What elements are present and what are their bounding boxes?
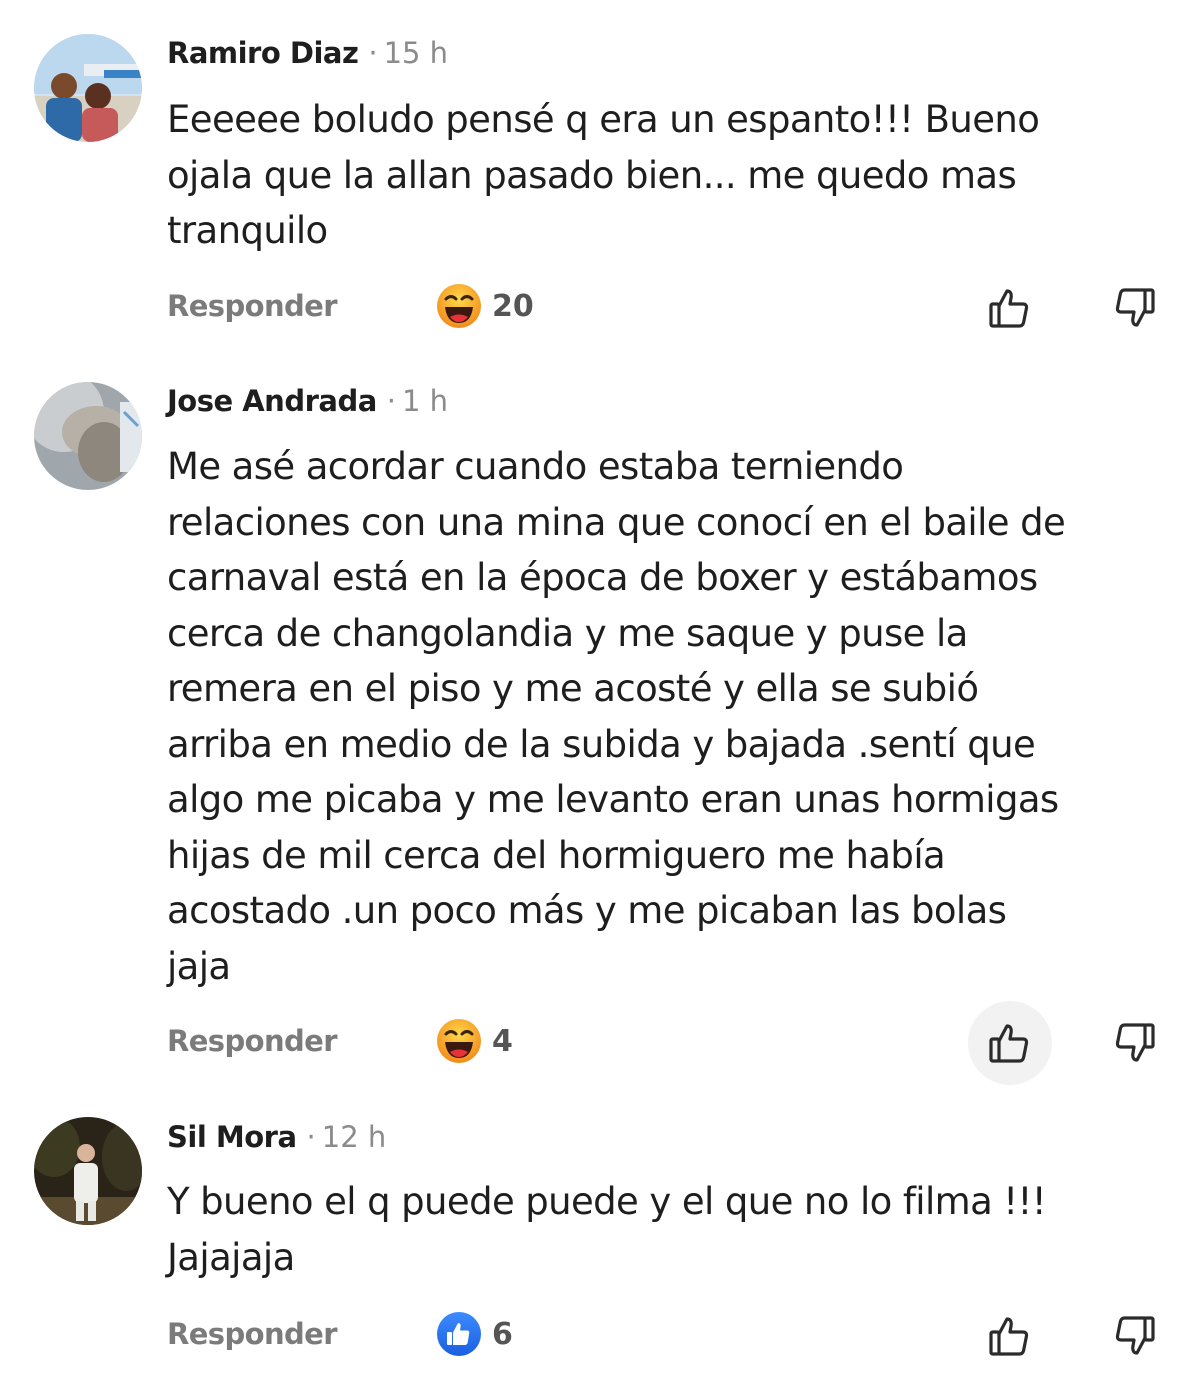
thumbs-down-icon — [1115, 1023, 1155, 1062]
comment-meta: Sil Mora · 12 h — [167, 1117, 386, 1157]
thumbs-up-icon — [989, 1317, 1029, 1356]
thumbs-down-icon — [1115, 288, 1155, 327]
comment-actions: Responder 4 — [0, 1001, 1200, 1085]
like-button[interactable] — [968, 1001, 1052, 1085]
comment-time: 12 h — [321, 1120, 387, 1154]
comment-text: Eeeeee boludo pensé q era un espanto!!! … — [167, 98, 1040, 252]
dislike-button[interactable] — [1092, 266, 1176, 350]
comment-actions: Responder 20 — [0, 274, 1200, 338]
author-name[interactable]: Jose Andrada — [167, 384, 377, 418]
comment-meta: Ramiro Diaz · 15 h — [167, 33, 448, 73]
reply-button[interactable]: Responder — [167, 274, 338, 338]
like-button[interactable] — [968, 266, 1052, 350]
comment-time: 1 h — [402, 384, 449, 418]
author-name[interactable]: Ramiro Diaz — [167, 36, 359, 70]
author-name[interactable]: Sil Mora — [167, 1120, 297, 1154]
reply-button[interactable]: Responder — [167, 1009, 338, 1073]
thumbs-up-icon — [989, 1024, 1029, 1063]
reaction-count: 20 — [492, 288, 534, 324]
avatar[interactable] — [34, 382, 142, 490]
thumbs-up-icon — [989, 289, 1029, 328]
separator-dot: · — [386, 384, 397, 418]
reaction-summary[interactable]: 6 — [436, 1312, 513, 1356]
avatar[interactable] — [34, 1117, 142, 1225]
reaction-count: 4 — [492, 1023, 513, 1059]
separator-dot: · — [306, 1120, 316, 1154]
laughing-emoji-icon — [437, 284, 481, 328]
comment-meta: Jose Andrada · 1 h — [167, 381, 448, 421]
thumbs-down-icon — [1115, 1316, 1155, 1355]
reaction-count: 6 — [492, 1316, 513, 1352]
reaction-summary[interactable]: 20 — [436, 284, 534, 328]
dislike-button[interactable] — [1092, 1001, 1176, 1085]
thumbs-up-reaction-icon — [437, 1312, 481, 1356]
comment-actions: Responder 6 — [0, 1302, 1200, 1366]
dislike-button[interactable] — [1092, 1294, 1176, 1378]
comment-text: Y bueno el q puede puede y el que no lo … — [167, 1180, 1047, 1279]
reply-button[interactable]: Responder — [167, 1302, 338, 1366]
separator-dot: · — [368, 36, 378, 70]
avatar[interactable] — [34, 34, 142, 142]
comment-text: Me asé acordar cuando estaba terniendo r… — [167, 445, 1066, 988]
comment-time: 15 h — [383, 36, 449, 70]
like-button[interactable] — [968, 1294, 1052, 1378]
laughing-emoji-icon — [437, 1019, 481, 1063]
reaction-summary[interactable]: 4 — [436, 1019, 513, 1063]
